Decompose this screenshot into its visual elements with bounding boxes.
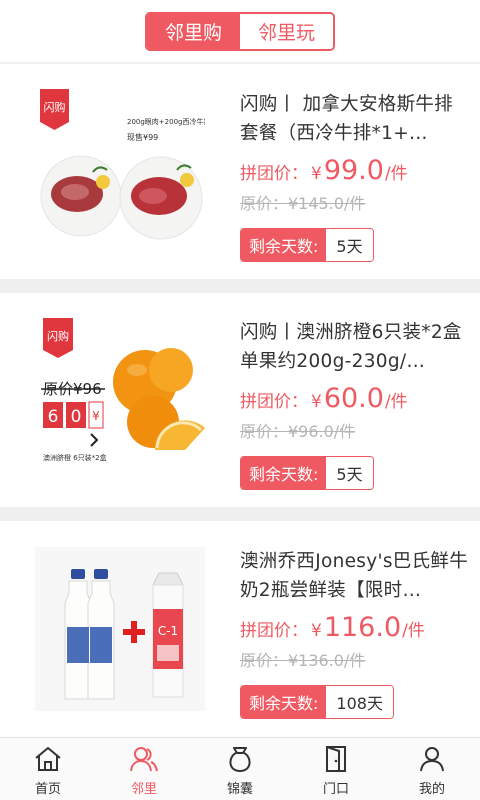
tab-profile[interactable]: 我的 [384,738,480,800]
product-image-milk: C-1 [35,547,205,711]
neighbors-icon [130,747,158,772]
svg-text:200g眼肉+200g西冷牛排: 200g眼肉+200g西冷牛排 [127,117,205,126]
tab-label: 首页 [34,782,61,797]
original-price: 原价：¥145.0/件 [240,194,366,213]
svg-text:现售¥99: 现售¥99 [127,132,158,142]
divider [0,507,480,521]
group-price: 拼团价： ¥ 60.0 /件 [240,383,408,414]
home-icon [35,747,61,771]
product-image-orange: 闪购 原价¥96 6 0 ¥ 澳洲脐橙 6只装*2盒 [35,310,205,480]
tab-pouch[interactable]: 锦囊 [192,738,288,800]
product-card-milk[interactable]: C-1 澳洲乔西Jonesy's巴氏鲜牛奶2瓶尝鲜装【限时… 拼团价： ¥ 11… [0,521,480,737]
svg-text:¥: ¥ [92,409,100,423]
tab-label: 锦囊 [226,782,253,797]
svg-text:6: 6 [48,407,59,427]
tab-linli-gou[interactable]: 邻里购 [147,13,240,49]
svg-text:闪购: 闪购 [44,100,66,114]
product-title: 闪购丨澳洲脐橙6只装*2盒 单果约200g-230g/… [240,322,462,372]
original-price: 原价：¥136.0/件 [240,651,366,670]
group-price: 拼团价： ¥ 99.0 /件 [240,155,408,186]
original-price: 原价：¥96.0/件 [240,422,356,441]
tab-home[interactable]: 首页 [0,738,96,800]
divider [0,279,480,293]
product-image-steak: 闪购 200g眼肉+200g西冷牛排 现售¥99 [35,84,210,254]
remaining-days-badge: 剩余天数: 108天 [240,685,394,719]
group-price: 拼团价： ¥ 116.0 /件 [240,612,425,643]
svg-text:C-1: C-1 [158,624,178,638]
tab-label: 我的 [418,782,445,797]
tab-door[interactable]: 门口 [288,738,384,800]
svg-text:闪购: 闪购 [47,329,69,343]
tab-linli-wan[interactable]: 邻里玩 [240,13,333,49]
product-title: 闪购丨 加拿大安格斯牛排套餐（西冷牛排*1+… [240,94,453,144]
product-card-steak[interactable]: 闪购 200g眼肉+200g西冷牛排 现售¥99 闪购丨 加拿大安格斯牛排套餐（… [0,64,480,279]
door-icon [326,746,346,772]
bottom-tab-bar: 首页 邻里 锦囊 门口 我的 [0,737,480,800]
tab-label: 邻里 [130,782,157,797]
tab-neighbors[interactable]: 邻里 [96,738,192,800]
product-card-orange[interactable]: 闪购 原价¥96 6 0 ¥ 澳洲脐橙 6只装*2盒 闪购丨澳洲脐橙6只装*2盒… [0,293,480,507]
segment-control: 邻里购 邻里玩 [145,11,335,51]
tab-label: 门口 [322,782,349,797]
product-title: 澳洲乔西Jonesy's巴氏鲜牛奶2瓶尝鲜装【限时… [240,551,468,601]
remaining-days-badge: 剩余天数: 5天 [240,228,374,262]
pouch-icon [229,747,251,773]
profile-icon [420,747,444,772]
svg-text:澳洲脐橙 6只装*2盒: 澳洲脐橙 6只装*2盒 [43,453,107,462]
top-bar: 邻里购 邻里玩 [0,0,480,62]
remaining-days-badge: 剩余天数: 5天 [240,456,374,490]
svg-text:0: 0 [71,407,82,427]
